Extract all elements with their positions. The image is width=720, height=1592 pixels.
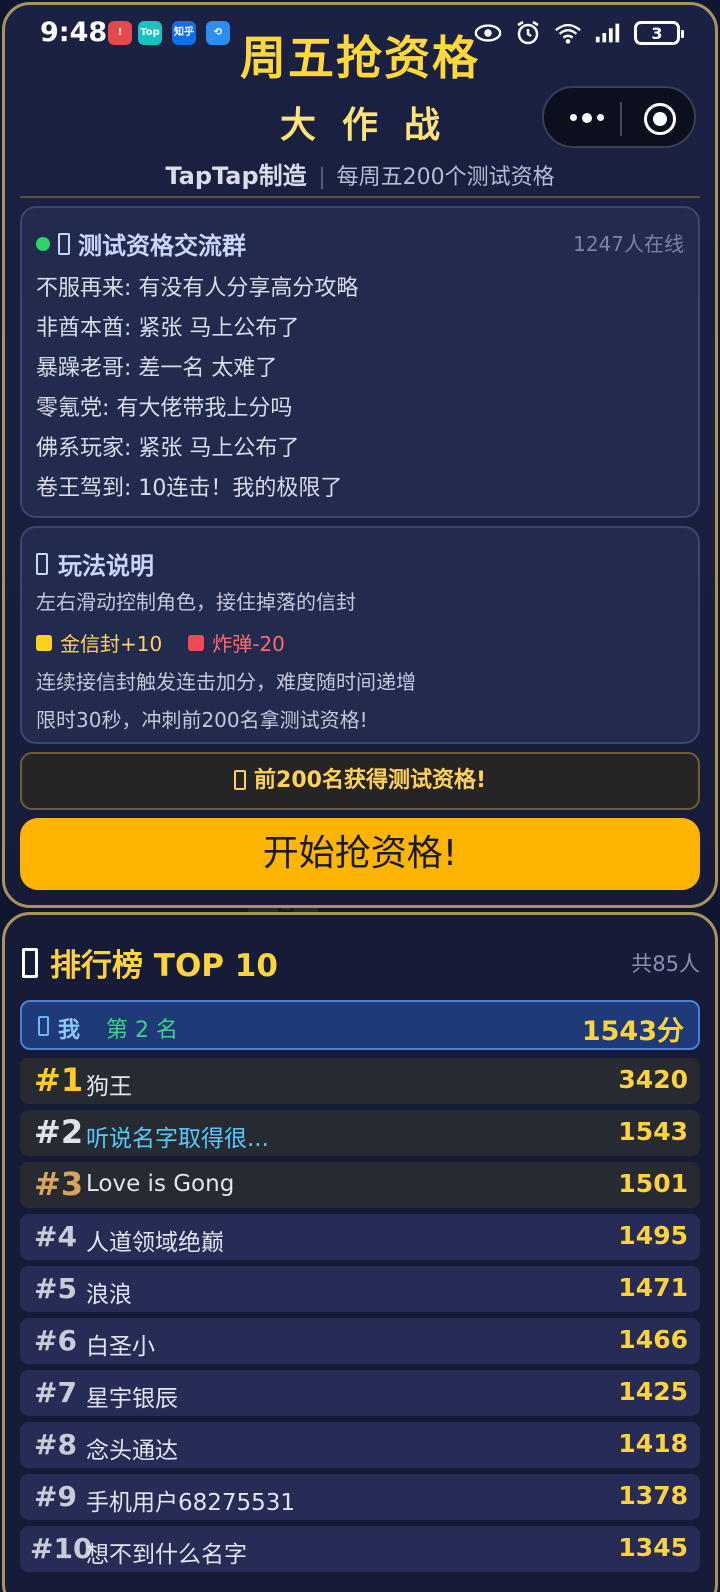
player-score: 1418 <box>618 1429 688 1458</box>
close-miniprogram-icon[interactable] <box>644 103 676 135</box>
online-count: 1247人在线 <box>573 232 684 256</box>
rules-line: 连续接信封触发连击加分，难度随时间递增 <box>36 670 416 694</box>
chat-title: 测试资格交流群 <box>78 232 246 260</box>
leaderboard-row: #1 狗王 3420 <box>20 1058 700 1104</box>
rules-line: 左右滑动控制角色，接住掉落的信封 <box>36 590 356 614</box>
rules-line: 限时30秒，冲刺前200名拿测试资格! <box>36 708 368 732</box>
brand-line: TapTap制造 每周五200个测试资格 <box>0 156 720 191</box>
player-score: 1378 <box>618 1481 688 1510</box>
rank: #5 <box>34 1272 77 1305</box>
leaderboard-row: #6 白圣小 1466 <box>20 1318 700 1364</box>
rank: #9 <box>34 1480 77 1513</box>
leaderboard-title: 排行榜 TOP 10 <box>50 948 278 984</box>
leaderboard-icon <box>22 947 38 978</box>
chat-message: 暴躁老哥: 差一名 太难了 <box>36 356 278 381</box>
participant-count: 共85人 <box>631 952 700 976</box>
player-score: 1495 <box>618 1221 688 1250</box>
start-button[interactable]: 开始抢资格! <box>20 818 700 890</box>
leaderboard-row: #10 想不到什么名字 1345 <box>20 1526 700 1572</box>
player-name: 听说名字取得很... <box>86 1126 269 1152</box>
leaderboard-row: #2 听说名字取得很... 1543 <box>20 1110 700 1156</box>
player-score: 1543 <box>618 1117 688 1146</box>
brand-name: TapTap制造 <box>165 162 307 190</box>
reward-text: 前200名获得测试资格! <box>254 768 486 793</box>
rank: #1 <box>34 1061 84 1099</box>
tagline: 每周五200个测试资格 <box>336 165 555 190</box>
rank: #4 <box>34 1220 77 1253</box>
chat-message: 卷王驾到: 10连击！我的极限了 <box>36 476 343 501</box>
chat-group-card[interactable]: 测试资格交流群 1247人在线 不服再来: 有没有人分享高分攻略 非酋本酋: 紧… <box>20 206 700 518</box>
player-score: 1345 <box>618 1533 688 1562</box>
divider <box>20 196 700 198</box>
miniprogram-capsule <box>542 86 696 148</box>
rank: #2 <box>34 1113 84 1151</box>
bomb-icon <box>188 634 205 651</box>
rank: #7 <box>34 1376 77 1409</box>
gold-envelope-label: 金信封+10 <box>60 632 163 656</box>
leaderboard-row: #9 手机用户68275531 1378 <box>20 1474 700 1520</box>
rank: #6 <box>34 1324 77 1357</box>
reward-banner: 前200名获得测试资格! <box>20 752 700 810</box>
player-name: 人道领域绝巅 <box>86 1230 224 1256</box>
player-name: 想不到什么名字 <box>86 1542 247 1568</box>
more-menu-icon[interactable] <box>570 113 604 123</box>
player-name: 狗王 <box>86 1074 132 1100</box>
my-rank: 第 2 名 <box>106 1018 178 1043</box>
player-score: 1501 <box>618 1169 688 1198</box>
online-dot-icon <box>36 236 50 251</box>
leaderboard-header: 排行榜 TOP 10 <box>22 940 278 985</box>
player-name: Love is Gong <box>86 1171 235 1197</box>
rank: #3 <box>34 1165 84 1203</box>
player-name: 手机用户68275531 <box>86 1490 296 1516</box>
game-title: 周五抢资格 <box>240 31 480 85</box>
leaderboard-row: #8 念头通达 1418 <box>20 1422 700 1468</box>
rank: #8 <box>34 1428 77 1461</box>
player-name: 浪浪 <box>86 1282 132 1308</box>
player-name: 白圣小 <box>86 1334 155 1360</box>
player-score: 1425 <box>618 1377 688 1406</box>
user-icon <box>38 1016 49 1036</box>
leaderboard-row: #7 星宇银辰 1425 <box>20 1370 700 1416</box>
player-score: 1466 <box>618 1325 688 1354</box>
chat-message: 佛系玩家: 紧张 马上公布了 <box>36 436 300 461</box>
leaderboard-row: #4 人道领域绝巅 1495 <box>20 1214 700 1260</box>
chat-message: 不服再来: 有没有人分享高分攻略 <box>36 276 359 301</box>
my-label: 我 <box>58 1018 81 1043</box>
scoring-legend: 金信封+10 炸弹-20 <box>36 628 285 657</box>
bomb-label: 炸弹-20 <box>212 632 285 656</box>
rules-title: 玩法说明 <box>58 552 154 580</box>
chat-message: 非酋本酋: 紧张 马上公布了 <box>36 316 300 341</box>
leaderboard-row: #5 浪浪 1471 <box>20 1266 700 1312</box>
player-name: 念头通达 <box>86 1438 178 1464</box>
my-score: 1543分 <box>581 1016 684 1047</box>
chat-icon <box>58 232 70 255</box>
player-score: 3420 <box>618 1065 688 1094</box>
player-score: 1471 <box>618 1273 688 1302</box>
gold-envelope-icon <box>36 634 52 651</box>
rules-icon <box>36 552 48 575</box>
rank: #10 <box>30 1532 93 1565</box>
trophy-icon <box>234 770 247 790</box>
my-rank-row: 我 第 2 名 1543分 <box>20 1000 700 1050</box>
chat-message: 零氪党: 有大佬带我上分吗 <box>36 396 293 421</box>
player-name: 星宇银辰 <box>86 1386 178 1412</box>
rules-card: 玩法说明 左右滑动控制角色，接住掉落的信封 金信封+10 炸弹-20 连续接信封… <box>20 526 700 744</box>
leaderboard-row: #3 Love is Gong 1501 <box>20 1162 700 1208</box>
